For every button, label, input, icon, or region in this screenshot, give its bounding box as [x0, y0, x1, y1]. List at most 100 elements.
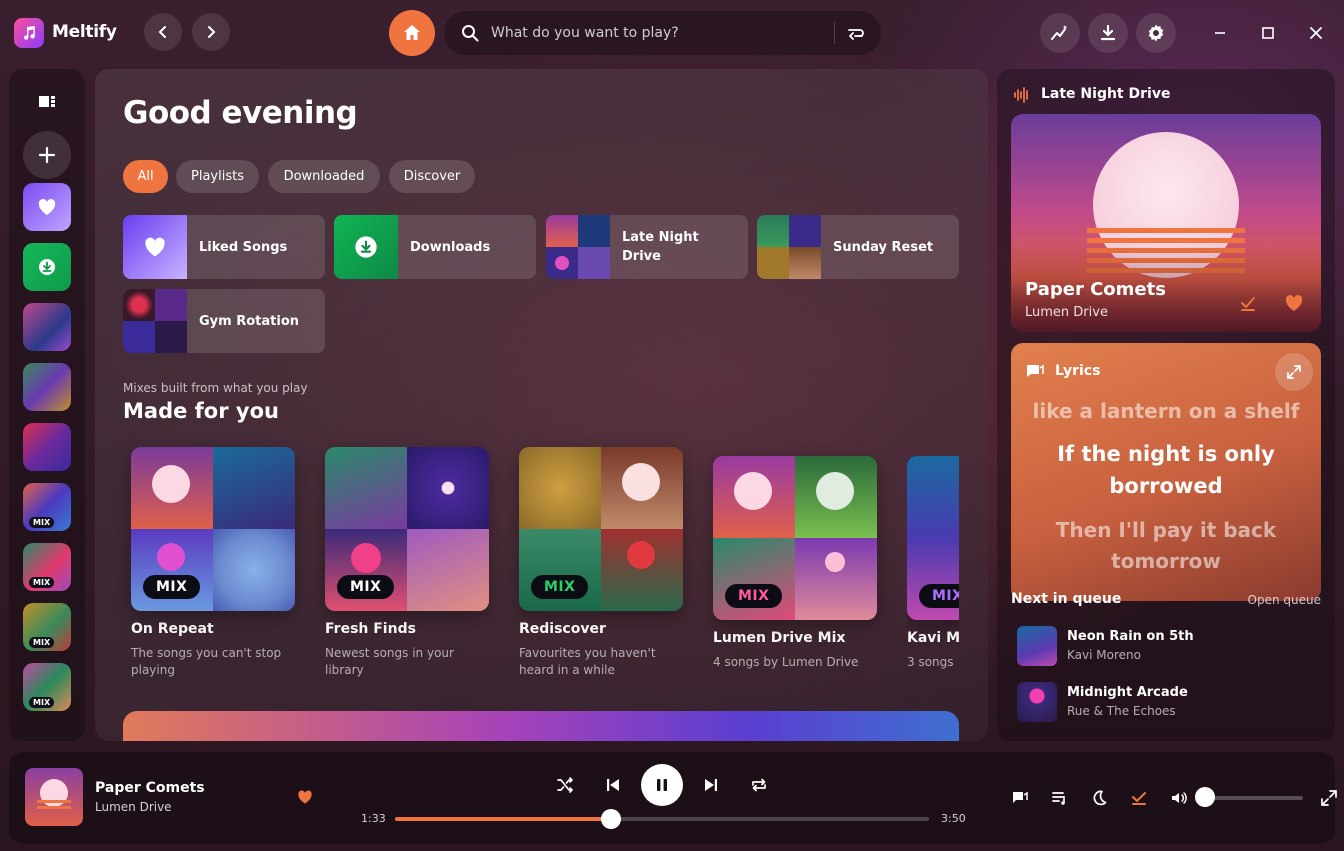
- filter-chip-playlists[interactable]: Playlists: [176, 160, 259, 193]
- collapse-library-button[interactable]: [23, 81, 71, 121]
- fullscreen-button[interactable]: [1318, 787, 1340, 809]
- forward-button[interactable]: [192, 13, 230, 51]
- app-name: Meltify: [52, 22, 117, 42]
- lyrics-icon: [1027, 364, 1044, 377]
- settings-button[interactable]: [1136, 13, 1176, 53]
- back-button[interactable]: [144, 13, 182, 51]
- shortcut-liked-songs[interactable]: Liked Songs: [123, 215, 325, 279]
- section-title: Made for you: [123, 399, 279, 423]
- library-panel-icon: [39, 96, 55, 107]
- tile-label: Sunday Reset: [833, 239, 934, 255]
- open-queue-link[interactable]: Open queue: [1248, 593, 1321, 607]
- filter-chip-discover[interactable]: Discover: [389, 160, 475, 193]
- seek-bar-fill: [395, 817, 612, 821]
- skip-previous-icon: [607, 779, 619, 791]
- maximize-button[interactable]: [1256, 21, 1280, 45]
- sidebar-item-late-night-drive[interactable]: [23, 303, 71, 351]
- shortcut-downloads[interactable]: Downloads: [334, 215, 536, 279]
- lyric-line-next: Then I'll pay it back: [1055, 518, 1277, 542]
- mix-badge: MIX: [29, 577, 55, 588]
- playing-from-title: Late Night Drive: [1041, 86, 1171, 102]
- sidebar-item-on-repeat[interactable]: MIX: [23, 483, 71, 531]
- previous-button[interactable]: [602, 774, 624, 796]
- repeat-button[interactable]: [748, 774, 770, 796]
- volume-slider[interactable]: [1205, 796, 1303, 800]
- mix-badge: MIX: [725, 584, 783, 608]
- mix-card-fresh-finds[interactable]: MIX Fresh Finds Newest songs in your lib…: [325, 447, 489, 679]
- mix-card-rediscover[interactable]: MIX Rediscover Favourites you haven't he…: [519, 447, 683, 679]
- mix-card-kavi-moreno[interactable]: MIX Kavi Mo 3 songs: [907, 456, 959, 671]
- gear-icon: [1148, 24, 1164, 42]
- player-track-artist[interactable]: Lumen Drive: [95, 800, 172, 814]
- download-icon: [1100, 24, 1116, 41]
- maximize-icon: [1262, 27, 1274, 39]
- sidebar-item-downloads[interactable]: [23, 243, 71, 291]
- card-description: 3 songs: [907, 655, 954, 669]
- downloads-button[interactable]: [1088, 13, 1128, 53]
- shortcut-late-night-drive[interactable]: Late Night Drive: [546, 215, 748, 279]
- close-icon: [1310, 27, 1322, 39]
- sidebar-item-rediscover[interactable]: MIX: [23, 603, 71, 651]
- mix-card-on-repeat[interactable]: MIX On Repeat The songs you can't stop p…: [131, 447, 295, 679]
- mix-cover: MIX: [325, 447, 489, 611]
- home-button[interactable]: [389, 10, 435, 56]
- sidebar-item-lumen-drive-mix[interactable]: MIX: [23, 663, 71, 711]
- queue-title: Next in queue: [1011, 591, 1122, 607]
- promo-banner[interactable]: [123, 711, 959, 741]
- sidebar-item-liked-songs[interactable]: [23, 183, 71, 231]
- card-description: Favourites you haven't heard in a while: [519, 646, 656, 677]
- connect-device-icon[interactable]: [846, 23, 866, 43]
- total-time: 3:50: [941, 812, 966, 825]
- section-subtitle: Mixes built from what you play: [123, 381, 308, 395]
- gym-rotation-art: [123, 289, 187, 353]
- mute-button[interactable]: [1168, 787, 1190, 809]
- queue-item-art: [1017, 682, 1057, 722]
- create-playlist-button[interactable]: [23, 131, 71, 179]
- queue-item[interactable]: Neon Rain on 5th Kavi Moreno: [1017, 626, 1317, 668]
- filter-chip-downloaded[interactable]: Downloaded: [268, 160, 380, 193]
- queue-item-title: Neon Rain on 5th: [1067, 629, 1194, 644]
- heart-filled-icon[interactable]: [1283, 292, 1305, 314]
- smart-mix-button[interactable]: [1040, 13, 1080, 53]
- search-bar[interactable]: [444, 11, 881, 55]
- player-bar: Paper Comets Lumen Drive 1:33 3:50: [9, 752, 1337, 844]
- next-button[interactable]: [700, 774, 722, 796]
- card-title: Kavi Mo: [907, 630, 959, 646]
- sound-wave-icon: [1014, 87, 1028, 103]
- chevron-left-icon: [158, 26, 166, 38]
- shortcut-sunday-reset[interactable]: Sunday Reset: [757, 215, 959, 279]
- tile-label: Late Night Drive: [622, 230, 699, 264]
- downloaded-check-icon[interactable]: [1239, 294, 1257, 312]
- now-playing-card: Paper Comets Lumen Drive: [1011, 114, 1321, 332]
- queue-button[interactable]: [1049, 787, 1071, 809]
- queue-item[interactable]: Midnight Arcade Rue & The Echoes: [1017, 682, 1317, 724]
- shortcut-gym-rotation[interactable]: Gym Rotation: [123, 289, 325, 353]
- card-description: 4 songs by Lumen Drive: [713, 655, 859, 669]
- player-track-title[interactable]: Paper Comets: [95, 780, 205, 796]
- expand-icon: [1287, 365, 1301, 379]
- sidebar-item-fresh-finds[interactable]: MIX: [23, 543, 71, 591]
- lyrics-toggle-button[interactable]: [1009, 787, 1031, 809]
- download-circle-icon: [39, 259, 55, 275]
- play-pause-button[interactable]: [641, 764, 683, 806]
- mix-cover: MIX: [519, 447, 683, 611]
- home-icon: [404, 25, 420, 40]
- sidebar-item-sunday-reset[interactable]: [23, 363, 71, 411]
- heart-filled-icon[interactable]: [296, 788, 314, 806]
- expand-lyrics-button[interactable]: [1275, 353, 1313, 391]
- download-status-button[interactable]: [1128, 787, 1150, 809]
- shuffle-button[interactable]: [554, 774, 576, 796]
- filter-chip-all[interactable]: All: [123, 160, 168, 193]
- close-button[interactable]: [1304, 21, 1328, 45]
- volume-slider-handle[interactable]: [1195, 787, 1215, 807]
- home-main-panel: Good evening All Playlists Downloaded Di…: [95, 69, 988, 741]
- sidebar-item-gym-rotation[interactable]: [23, 423, 71, 471]
- player-album-art[interactable]: [25, 768, 83, 826]
- search-input[interactable]: [491, 21, 821, 45]
- minimize-button[interactable]: [1208, 21, 1232, 45]
- sleep-timer-button[interactable]: [1088, 787, 1110, 809]
- seek-bar-handle[interactable]: [601, 809, 622, 829]
- mix-card-lumen-drive-mix[interactable]: MIX Lumen Drive Mix 4 songs by Lumen Dri…: [713, 456, 877, 671]
- seek-bar[interactable]: [395, 809, 929, 829]
- lyric-line-past: like a lantern on a shelf: [1032, 399, 1300, 423]
